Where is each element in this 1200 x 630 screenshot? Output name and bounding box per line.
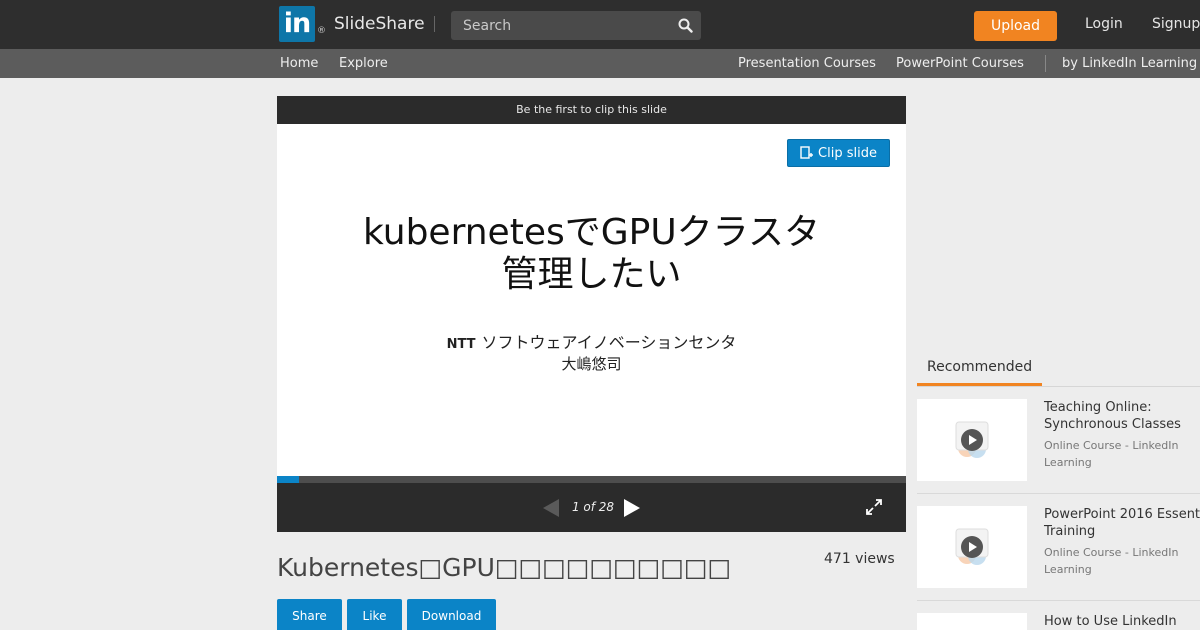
slide-player: Be the first to clip this slide Clip sli… [277,96,906,532]
next-slide-button[interactable] [622,498,642,518]
recommended-item[interactable]: PowerPoint 2016 Essent Training Online C… [917,506,1200,606]
fullscreen-icon [866,499,882,515]
course-thumbnail[interactable] [917,399,1027,481]
nav-linkedin-learning[interactable]: by LinkedIn Learning [1062,56,1197,71]
search-box [451,11,701,40]
course-source-line: Learning [1044,456,1092,469]
clip-icon [800,146,814,159]
play-video-icon [955,421,989,458]
slide-title-line1: kubernetesでGPUクラスタ [363,212,820,253]
slide-organization: NTT ソフトウェアイノベーションセンタ [277,329,906,353]
signup-link[interactable]: Signup [1152,16,1200,32]
slide-author: 大嶋悠司 [561,355,622,373]
clip-banner: Be the first to clip this slide [516,103,667,116]
player-controls: 1 of 28 [277,483,906,532]
search-icon[interactable] [669,11,701,40]
nav-presentation-courses[interactable]: Presentation Courses [738,56,876,71]
course-title-line: Training [1044,524,1096,539]
search-input[interactable] [451,11,669,40]
slide-progress-bar[interactable] [277,476,906,483]
slide-view[interactable]: Clip slide kubernetesでGPUクラスタ 管理したい NTT ソ… [277,124,906,476]
subnav-divider [1045,55,1046,72]
nav-explore[interactable]: Explore [339,56,388,71]
tab-underline [917,386,1200,387]
upload-button[interactable]: Upload [974,11,1057,41]
document-title: Kubernetes□GPU□□□□□□□□□□ [277,553,732,582]
nav-powerpoint-courses[interactable]: PowerPoint Courses [896,56,1024,71]
slide-title: kubernetesでGPUクラスタ 管理したい [277,212,906,296]
like-button[interactable]: Like [347,599,402,630]
registered-mark: ® [317,26,326,36]
course-title-line: PowerPoint 2016 Essent [1044,507,1200,522]
page-indicator: 1 of 28 [571,500,615,514]
top-header: in ® SlideShare Upload Login Signup [0,0,1200,49]
course-thumbnail[interactable] [917,613,1027,630]
nav-home[interactable]: Home [280,56,318,71]
course-title-line: Synchronous Classes [1044,417,1181,432]
slideshare-logo[interactable]: in ® SlideShare [279,6,425,42]
login-link[interactable]: Login [1085,16,1123,32]
clip-slide-button[interactable]: Clip slide [787,139,890,167]
recommended-item[interactable]: Teaching Online: Synchronous Classes Onl… [917,399,1200,499]
slide-progress-fill [277,476,300,483]
previous-icon [543,499,559,517]
course-thumbnail[interactable] [917,506,1027,588]
course-title-line: How to Use LinkedIn [1044,614,1177,629]
brand-name: SlideShare [334,14,425,34]
course-source: Online Course - LinkedIn Learning [1044,437,1194,471]
slide-org-name: ソフトウェアイノベーションセンタ [481,333,737,352]
course-source-line: Online Course - LinkedIn [1044,546,1179,559]
header-divider [434,16,435,32]
course-title[interactable]: PowerPoint 2016 Essent Training [1044,506,1200,540]
download-button[interactable]: Download [407,599,496,630]
tab-recommended[interactable]: Recommended [917,357,1042,386]
course-title[interactable]: How to Use LinkedIn [1044,613,1200,630]
share-button[interactable]: Share [277,599,342,630]
previous-slide-button[interactable] [541,498,561,518]
next-icon [624,499,640,517]
clip-slide-label: Clip slide [818,145,877,161]
slide-org-prefix: NTT [446,337,476,352]
linkedin-logo-icon: in [279,6,315,42]
fullscreen-button[interactable] [866,499,882,515]
course-title-line: Teaching Online: [1044,400,1152,415]
list-divider [917,600,1200,601]
recommended-item[interactable]: How to Use LinkedIn [917,613,1200,630]
course-source-line: Online Course - LinkedIn [1044,439,1179,452]
course-title[interactable]: Teaching Online: Synchronous Classes [1044,399,1200,433]
slide-title-line2: 管理したい [501,254,682,295]
course-source: Online Course - LinkedIn Learning [1044,544,1194,578]
list-divider [917,493,1200,494]
course-source-line: Learning [1044,563,1092,576]
sub-navigation: Home Explore Presentation Courses PowerP… [0,49,1200,78]
view-count: 471 views [824,551,895,567]
play-video-icon [955,528,989,565]
